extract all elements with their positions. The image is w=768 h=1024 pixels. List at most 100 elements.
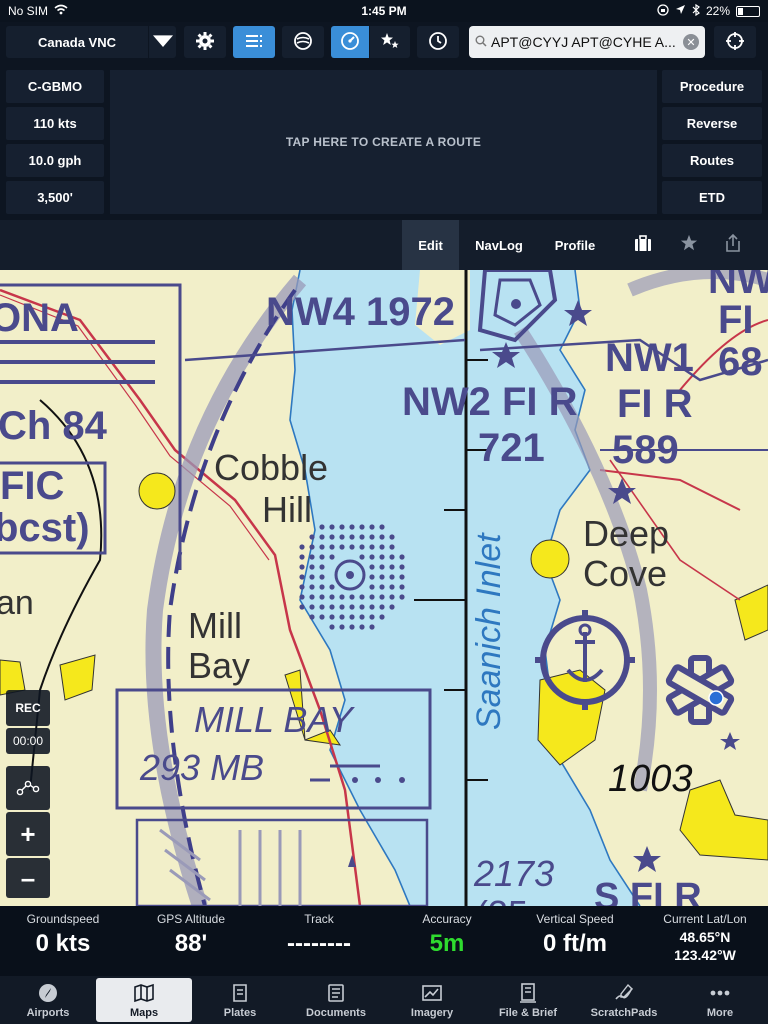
share-route-button[interactable] [715,220,751,270]
scratchpads-pen-icon [615,983,633,1000]
accuracy-value: 5m [429,930,465,957]
map-label-2173: 2173 [474,853,555,894]
map-label-35: (35 [476,896,528,907]
map-label-cobble: Cobble [214,447,329,488]
tab-maps[interactable]: Maps [96,978,192,1022]
map-label-saanich-inlet: Saanich Inlet [470,533,508,730]
chart-type-selector[interactable]: Canada VNC [6,26,176,58]
chart-type-label: Canada VNC [37,34,117,50]
dotted-area-dot [369,564,375,570]
tab-profile[interactable]: Profile [540,220,610,270]
favorites-button[interactable] [370,26,410,58]
route-list-button[interactable] [233,26,275,58]
tab-documents[interactable]: Documents [288,976,384,1024]
zoom-out-button[interactable]: – [6,858,50,898]
dotted-area-dot [319,614,325,620]
dotted-area-dot [319,554,325,560]
dotted-area-dot [369,574,375,580]
dotted-area-dot [399,584,405,590]
dotted-area-dot [319,584,325,590]
dotted-area-dot [379,594,385,600]
dotted-area-dot [299,604,305,610]
settings-button[interactable] [184,26,226,58]
instrument-panel[interactable]: Groundspeed 0 kts GPS Altitude 88' Track… [0,906,768,976]
tab-documents-label: Documents [306,1006,366,1019]
track-value: -------- [287,930,351,957]
crosshair-icon [725,31,745,54]
list-icon [244,31,264,54]
dotted-area-dot [389,574,395,580]
tab-plates[interactable]: Plates [192,976,288,1024]
tab-more[interactable]: More [672,976,768,1024]
gps-altitude-label: GPS Altitude [156,912,226,926]
map-label-nw1: NW1 [605,336,694,380]
search-input[interactable]: APT@CYYJ APT@CYHE A... ✕ [469,26,705,58]
dotted-area-dot [349,614,355,620]
dotted-area-dot [339,534,345,540]
lat-lon-label: Current Lat/Lon [663,912,747,926]
dotted-area-dot [359,524,365,530]
dotted-area-dot [369,524,375,530]
layers-button[interactable] [282,26,324,58]
tab-file-brief[interactable]: File & Brief [480,976,576,1024]
dotted-area-dot [379,574,385,580]
clock-icon [428,31,448,54]
routes-button[interactable]: Routes [662,144,762,177]
dotted-area-dot [359,534,365,540]
tab-navlog[interactable]: NavLog [463,220,535,270]
map-label-nw1-fir: FI R [617,382,693,426]
dotted-area-dot [329,544,335,550]
record-timer: 00:00 [6,728,50,754]
battery-icon [736,5,760,17]
dotted-area-dot [309,574,315,580]
main-toolbar: Canada VNC APT@CYYJ APT@CYHE A... ✕ [0,22,768,64]
dotted-area-dot [339,544,345,550]
tab-airports-label: Airports [26,1006,70,1019]
tab-plates-label: Plates [223,1006,257,1019]
groundspeed-value: 0 kts [35,930,91,957]
reverse-button[interactable]: Reverse [662,107,762,140]
tab-airports[interactable]: Airports [0,976,96,1024]
timer-button[interactable] [417,26,459,58]
dotted-area-dot [359,604,365,610]
tab-scratchpads[interactable]: ScratchPads [576,976,672,1024]
favorite-route-button[interactable] [671,220,707,270]
dotted-area-dot [309,594,315,600]
procedure-button[interactable]: Procedure [662,70,762,103]
center-location-button[interactable] [714,26,756,58]
map-label-mill-bay-box: MILL BAY [194,699,353,740]
tab-imagery[interactable]: Imagery [384,976,480,1024]
measure-route-button[interactable] [6,766,50,810]
bottom-tab-bar: Airports Maps Plates Documents Imagery F… [0,976,768,1024]
layers-globe-icon [293,31,313,54]
tab-maps-label: Maps [129,1006,159,1019]
dotted-area-dot [379,604,385,610]
clear-search-icon[interactable]: ✕ [683,34,699,50]
flight-bag-button[interactable] [625,220,661,270]
dotted-area-dot [329,554,335,560]
instruments-button[interactable] [331,26,369,58]
dotted-area-dot [309,584,315,590]
create-route-area[interactable]: TAP HERE TO CREATE A ROUTE [110,70,657,214]
bluetooth-icon [692,3,700,19]
dotted-area-dot [399,554,405,560]
cruise-altitude-button[interactable]: 3,500' [6,181,104,214]
dotted-area-dot [369,624,375,630]
map-label-nw-top: NW [708,270,768,302]
fuel-burn-button[interactable]: 10.0 gph [6,144,104,177]
cruise-speed-button[interactable]: 110 kts [6,107,104,140]
track-label: Track [304,912,334,926]
dotted-area-dot [299,564,305,570]
dotted-area-dot [309,534,315,540]
tab-edit[interactable]: Edit [402,220,459,270]
dotted-area-dot [369,554,375,560]
dotted-area-dot [349,534,355,540]
aircraft-tail-button[interactable]: C-GBMO [6,70,104,103]
zoom-in-button[interactable]: + [6,812,50,856]
aeronautical-chart-map[interactable]: NW4 1972 NW2 FI R 721 NW1 FI R 589 NW FI… [0,270,768,906]
dotted-area-dot [339,524,345,530]
dotted-area-dot [299,584,305,590]
record-track-button[interactable]: REC [6,690,50,726]
etd-button[interactable]: ETD [662,181,762,214]
map-label-68: 68 [718,340,763,384]
